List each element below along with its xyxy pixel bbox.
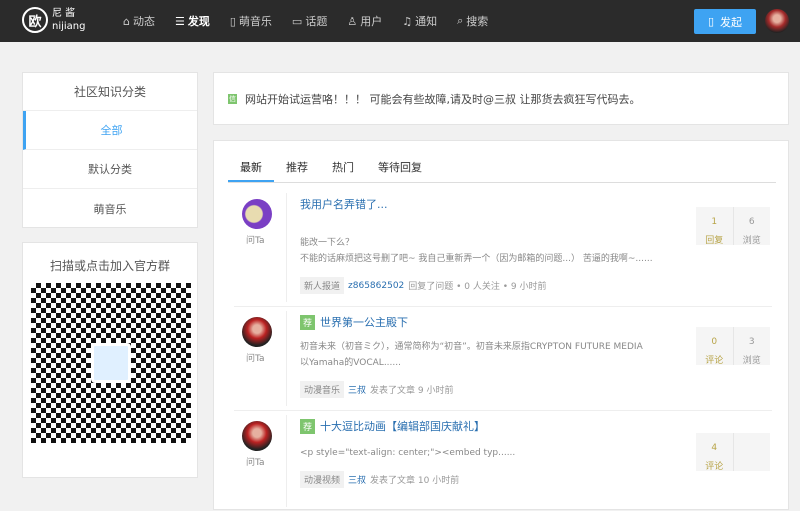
ask-link[interactable]: 问Ta — [246, 351, 265, 364]
tab-recommended[interactable]: 推荐 — [274, 157, 320, 182]
edit-icon: ▯ — [707, 15, 715, 28]
user-link[interactable]: z865862502 — [348, 281, 404, 291]
main-nav: ⌂ 动态 ☰ 发现 ▯ 萌音乐 ▭ 话题 ♙ 用户 ♫ 通知 ⌕ 搜索 — [123, 0, 488, 42]
nav-topics[interactable]: ▭ 话题 — [292, 13, 327, 29]
author-avatar[interactable] — [242, 199, 272, 229]
excerpt-line: 不能的话麻烦把这号删了吧~ 我自己重新弄一个（因为邮箱的问题...） 苦逼的我啊… — [300, 254, 653, 264]
tab-hot[interactable]: 热门 — [320, 157, 366, 182]
qr-title[interactable]: 扫描或点击加入官方群 — [23, 257, 197, 274]
nav-label: 搜索 — [466, 15, 489, 28]
excerpt-line: <p style="text-align: center;"><embed ty… — [300, 448, 516, 458]
recommended-badge: 荐 — [300, 314, 316, 330]
qr-logo — [91, 343, 131, 383]
item-meta: 动漫视频 三叔 发表了文章 10 小时前 — [300, 471, 459, 488]
view-count: 6 — [748, 217, 755, 227]
logo-en: nijiang — [52, 21, 86, 32]
item-title[interactable]: 荐十大逗比动画【编辑部国庆献礼】 — [300, 418, 485, 434]
list-item: 问Ta 我用户名弄错了... 能改一下么？ 不能的话麻烦把这号删了吧~ 我自己重新… — [234, 189, 772, 307]
search-icon: ⌕ — [457, 14, 464, 27]
view-label: 浏览 — [742, 236, 761, 246]
excerpt-line: 以Yamaha的VOCAL...... — [300, 358, 401, 368]
tab-latest[interactable]: 最新 — [228, 157, 274, 182]
chat-icon: ▭ — [291, 14, 303, 28]
author-avatar[interactable] — [242, 317, 272, 347]
item-title[interactable]: 荐世界第一公主殿下 — [300, 314, 408, 330]
recommended-badge: 荐 — [300, 418, 316, 434]
topic-tag[interactable]: 动漫视频 — [300, 471, 345, 488]
reply-count: 1 — [711, 217, 718, 227]
title-text[interactable]: 十大逗比动画【编辑部国庆献礼】 — [320, 418, 485, 434]
title-text[interactable]: 我用户名弄错了... — [300, 196, 388, 212]
nav-label: 萌音乐 — [238, 15, 272, 28]
nav-label: 用户 — [360, 15, 383, 28]
item-meta: 新人报道 z865862502 回复了问题 • 0 人关注 • 9 小时前 — [300, 277, 547, 294]
user-avatar[interactable] — [765, 9, 789, 33]
nav-music[interactable]: ▯ 萌音乐 — [230, 13, 272, 29]
nav-label: 话题 — [305, 15, 328, 28]
item-stats: 0 评论 3 浏览 — [696, 327, 770, 366]
tab-unanswered[interactable]: 等待回复 — [366, 157, 434, 182]
item-excerpt: 能改一下么？ 不能的话麻烦把这号删了吧~ 我自己重新弄一个（因为邮箱的问题...）… — [300, 235, 700, 267]
question-list: 最新 推荐 热门 等待回复 问Ta 我用户名弄错了... 能改一下么？ 不能的话麻… — [213, 140, 789, 510]
comment-label: 评论 — [705, 356, 724, 366]
qr-panel: 扫描或点击加入官方群 — [22, 242, 198, 478]
title-text[interactable]: 世界第一公主殿下 — [320, 314, 408, 330]
comment-label: 评论 — [705, 462, 724, 472]
topic-tag[interactable]: 新人报道 — [300, 277, 345, 294]
post-button[interactable]: ▯ 发起 — [694, 9, 756, 34]
category-panel: 社区知识分类 全部 默认分类 萌音乐 — [22, 72, 198, 228]
excerpt-line: 能改一下么？ — [300, 238, 355, 248]
nav-discover[interactable]: ☰ 发现 — [175, 13, 210, 29]
item-excerpt: 初音未来（初音ミク），通常简称为“初音”。初音未来原指CRYPTON FUTUR… — [300, 339, 700, 371]
category-music[interactable]: 萌音乐 — [23, 189, 197, 228]
post-label: 发起 — [720, 15, 743, 29]
nav-label: 发现 — [187, 15, 210, 28]
view-count: 3 — [748, 337, 755, 347]
user-icon: ♙ — [347, 14, 358, 28]
category-default[interactable]: 默认分类 — [23, 150, 197, 189]
category-all[interactable]: 全部 — [23, 111, 197, 150]
ask-link[interactable]: 问Ta — [246, 455, 265, 468]
item-stats: 1 回复 6 浏览 — [696, 207, 770, 246]
list-item: 问Ta 荐十大逗比动画【编辑部国庆献礼】 <p style="text-alig… — [234, 411, 772, 511]
excerpt-line: 初音未来（初音ミク），通常简称为“初音”。初音未来原指CRYPTON FUTUR… — [300, 342, 643, 352]
qr-code[interactable] — [31, 283, 191, 443]
user-link[interactable]: 三叔 — [348, 383, 366, 396]
comment-count: 0 — [711, 337, 718, 347]
item-excerpt: <p style="text-align: center;"><embed ty… — [300, 445, 700, 461]
top-navbar: 欧 尼 酱 nijiang ⌂ 动态 ☰ 发现 ▯ 萌音乐 ▭ 话题 ♙ 用户 ♫ 通知 ⌕ 搜… — [0, 0, 800, 42]
topic-tag[interactable]: 动漫音乐 — [300, 381, 345, 398]
list-icon: ☰ — [174, 14, 185, 28]
logo-cn: 尼 酱 — [52, 8, 76, 19]
logo-mark: 欧 — [22, 7, 48, 33]
meta-text: 回复了问题 • 0 人关注 • 9 小时前 — [408, 282, 547, 292]
item-stats: 4 评论 — [696, 433, 770, 472]
nav-users[interactable]: ♙ 用户 — [347, 13, 382, 29]
nav-notifications[interactable]: ♫ 通知 — [402, 13, 437, 29]
notice-icon: 信 — [228, 93, 237, 104]
item-title[interactable]: 我用户名弄错了... — [300, 196, 388, 212]
item-meta: 动漫音乐 三叔 发表了文章 9 小时前 — [300, 381, 453, 398]
home-icon: ⌂ — [123, 14, 130, 28]
nav-search[interactable]: ⌕ 搜索 — [457, 13, 488, 29]
meta-text: 发表了文章 10 小时前 — [370, 476, 460, 486]
user-link[interactable]: 三叔 — [348, 473, 366, 486]
comment-count: 4 — [711, 443, 718, 453]
ask-link[interactable]: 问Ta — [246, 233, 265, 246]
bell-icon: ♫ — [402, 14, 413, 28]
author-avatar[interactable] — [242, 421, 272, 451]
tablet-icon: ▯ — [229, 14, 236, 28]
site-logo[interactable]: 欧 尼 酱 nijiang — [22, 7, 86, 33]
reply-label: 回复 — [705, 236, 724, 246]
category-title: 社区知识分类 — [23, 73, 197, 111]
list-tabs: 最新 推荐 热门 等待回复 — [228, 157, 776, 183]
nav-dynamic[interactable]: ⌂ 动态 — [123, 13, 155, 29]
view-label: 浏览 — [742, 356, 761, 366]
nav-label: 通知 — [415, 15, 438, 28]
list-item: 问Ta 荐世界第一公主殿下 初音未来（初音ミク），通常简称为“初音”。初音未来原… — [234, 307, 772, 411]
meta-text: 发表了文章 9 小时前 — [370, 386, 454, 396]
notice-bar: 信 网站开始试运营咯！！！ 可能会有些故障,请及时@三叔 让那货去疯狂写代码去。 — [213, 72, 789, 125]
nav-label: 动态 — [132, 15, 155, 28]
notice-text: 网站开始试运营咯！！！ 可能会有些故障,请及时@三叔 让那货去疯狂写代码去。 — [245, 92, 641, 106]
